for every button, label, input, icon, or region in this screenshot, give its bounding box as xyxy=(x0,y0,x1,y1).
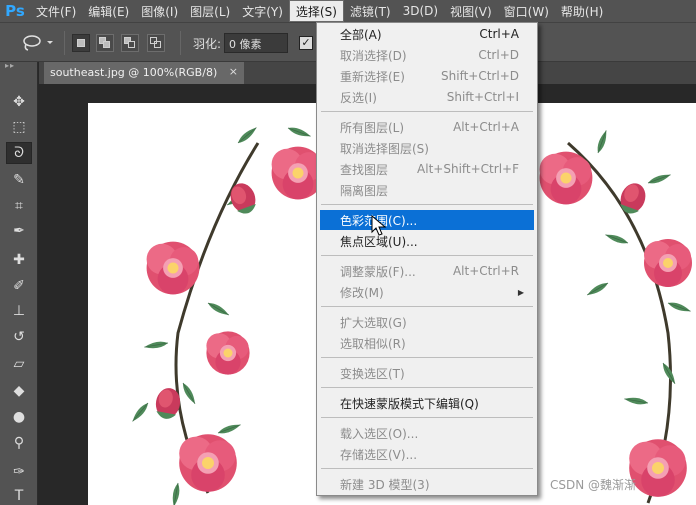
menu-item-reselect[interactable]: 重新选择(E) Shift+Ctrl+D xyxy=(320,66,534,86)
select-menu-dropdown: 全部(A) Ctrl+A 取消选择(D) Ctrl+D 重新选择(E) Shift+C… xyxy=(316,22,538,496)
menu-item-select-all[interactable]: 全部(A) Ctrl+A xyxy=(320,24,534,44)
menu-item-deselect-layers[interactable]: 取消选择图层(S) xyxy=(320,138,534,158)
menu-separator xyxy=(321,357,533,358)
brush-tool-icon[interactable]: ✐ xyxy=(6,275,32,297)
menu-window[interactable]: 窗口(W) xyxy=(498,0,555,22)
menu-type[interactable]: 文字(Y) xyxy=(236,0,289,22)
menu-3d[interactable]: 3D(D) xyxy=(397,0,444,22)
eyedropper-tool-icon[interactable]: ✒ xyxy=(6,220,32,242)
feather-label: 羽化: xyxy=(193,37,222,51)
menu-view[interactable]: 视图(V) xyxy=(444,0,498,22)
move-tool-icon[interactable]: ✥ xyxy=(6,91,32,113)
menu-edit[interactable]: 编辑(E) xyxy=(82,0,135,22)
menu-item-color-range[interactable]: 色彩范围(C)... xyxy=(320,210,534,230)
healing-brush-tool-icon[interactable]: ✚ xyxy=(6,249,32,271)
menu-separator xyxy=(321,204,533,205)
document-tab[interactable]: southeast.jpg @ 100%(RGB/8) × xyxy=(44,62,244,84)
watermark: CSDN @魏渐渐 xyxy=(550,478,637,492)
menu-item-refine-mask[interactable]: 调整蒙版(F)... Alt+Ctrl+R xyxy=(320,261,534,281)
menu-separator xyxy=(321,111,533,112)
menu-help[interactable]: 帮助(H) xyxy=(555,0,609,22)
menu-item-similar[interactable]: 选取相似(R) xyxy=(320,333,534,353)
menu-item-all-layers[interactable]: 所有图层(L) Alt+Ctrl+A xyxy=(320,117,534,137)
menu-item-inverse[interactable]: 反选(I) Shift+Ctrl+I xyxy=(320,87,534,107)
feather-input[interactable]: 0 像素 xyxy=(224,33,288,53)
antialias-checkbox[interactable]: ✓ xyxy=(299,36,313,50)
close-icon[interactable]: × xyxy=(229,65,238,78)
menu-item-modify[interactable]: 修改(M) ▶ xyxy=(320,282,534,302)
mouse-cursor-icon xyxy=(371,214,391,237)
dodge-tool-icon[interactable]: ⚲ xyxy=(6,432,32,454)
new-selection-icon[interactable] xyxy=(72,34,90,52)
pen-tool-icon[interactable]: ✑ xyxy=(6,461,32,483)
menu-bar: Ps 文件(F) 编辑(E) 图像(I) 图层(L) 文字(Y) 选择(S) 滤… xyxy=(0,0,696,22)
options-separator xyxy=(180,31,181,55)
add-to-selection-icon[interactable] xyxy=(96,34,114,52)
menu-item-save-selection[interactable]: 存储选区(V)... xyxy=(320,444,534,464)
menu-item-load-selection[interactable]: 载入选区(O)... xyxy=(320,423,534,443)
menu-item-grow[interactable]: 扩大选取(G) xyxy=(320,312,534,332)
marquee-tool-icon[interactable]: ⬚ xyxy=(6,116,32,138)
menu-item-deselect[interactable]: 取消选择(D) Ctrl+D xyxy=(320,45,534,65)
submenu-arrow-icon: ▶ xyxy=(517,287,524,297)
blur-tool-icon[interactable]: ● xyxy=(6,406,32,428)
clone-stamp-tool-icon[interactable]: ⊥ xyxy=(6,300,32,322)
menu-separator xyxy=(321,468,533,469)
type-tool-icon[interactable]: T xyxy=(6,485,32,505)
menu-filter[interactable]: 滤镜(T) xyxy=(344,0,397,22)
document-tab-title: southeast.jpg @ 100%(RGB/8) xyxy=(50,66,218,79)
paint-bucket-tool-icon[interactable]: ◆ xyxy=(6,380,32,402)
menu-item-find-layers[interactable]: 查找图层 Alt+Shift+Ctrl+F xyxy=(320,159,534,179)
menu-item-quick-mask[interactable]: 在快速蒙版模式下编辑(Q) xyxy=(320,393,534,413)
crop-tool-icon[interactable]: ⌗ xyxy=(6,195,32,217)
subtract-from-selection-icon[interactable] xyxy=(121,34,139,52)
menu-separator xyxy=(321,417,533,418)
intersect-selection-icon[interactable] xyxy=(147,34,165,52)
eraser-tool-icon[interactable]: ▱ xyxy=(6,353,32,375)
lasso-tool-icon[interactable]: ᘐ xyxy=(6,142,32,164)
menu-file[interactable]: 文件(F) xyxy=(30,0,82,22)
panel-grip[interactable]: ▸▸ xyxy=(0,62,37,72)
tools-panel: ▸▸ ✥ ⬚ ᘐ ✎ ⌗ ✒ ✚ ✐ ⊥ ↺ ▱ ◆ ● ⚲ ✑ T xyxy=(0,62,38,505)
menu-layer[interactable]: 图层(L) xyxy=(184,0,236,22)
menu-separator xyxy=(321,255,533,256)
menu-image[interactable]: 图像(I) xyxy=(135,0,184,22)
menu-item-transform-selection[interactable]: 变换选区(T) xyxy=(320,363,534,383)
menu-separator xyxy=(321,306,533,307)
options-separator xyxy=(64,31,65,55)
menu-item-isolate-layers[interactable]: 隔离图层 xyxy=(320,180,534,200)
photoshop-window: Ps 文件(F) 编辑(E) 图像(I) 图层(L) 文字(Y) 选择(S) 滤… xyxy=(0,0,696,505)
menu-item-new-3d-extrusion[interactable]: 新建 3D 模型(3) xyxy=(320,474,534,494)
menu-select[interactable]: 选择(S) xyxy=(288,0,344,22)
menu-separator xyxy=(321,387,533,388)
menu-item-focus-area[interactable]: 焦点区域(U)... xyxy=(320,231,534,251)
quick-selection-tool-icon[interactable]: ✎ xyxy=(6,169,32,191)
ps-logo: Ps xyxy=(5,2,25,20)
history-brush-tool-icon[interactable]: ↺ xyxy=(6,326,32,348)
lasso-icon[interactable] xyxy=(20,33,60,53)
